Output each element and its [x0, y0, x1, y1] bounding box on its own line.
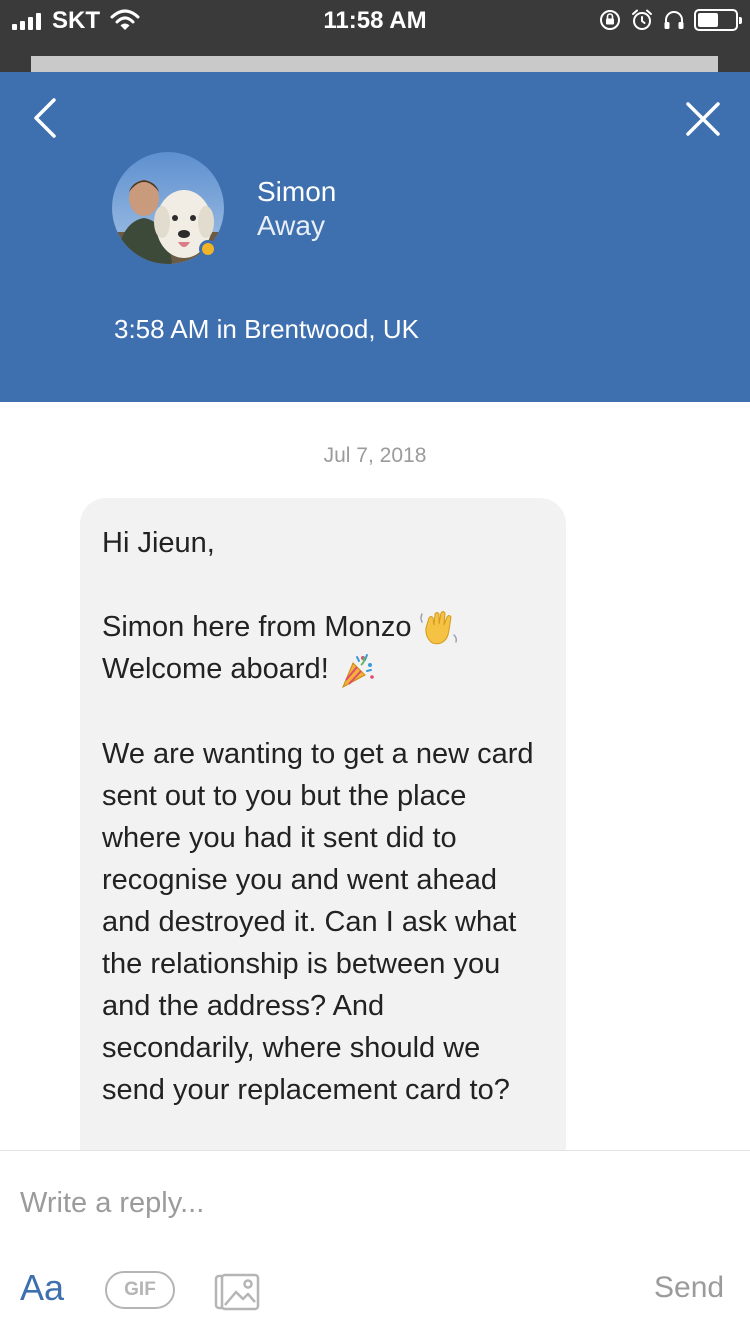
gif-button[interactable]: GIF — [105, 1271, 175, 1309]
contact-local-time: 3:58 AM in Brentwood, UK — [114, 314, 419, 344]
reply-composer: Aa GIF Send — [0, 1150, 750, 1334]
conversation-area[interactable]: Jul 7, 2018 Hi Jieun, Simon here from Mo… — [0, 402, 750, 1150]
waving-hand-icon — [420, 611, 458, 645]
message-intro: Simon here from Monzo — [102, 611, 412, 643]
background-sheet-edge — [31, 56, 718, 72]
rotation-lock-icon — [600, 10, 620, 30]
text-format-button[interactable]: Aa — [20, 1267, 64, 1309]
contact-presence-status: Away — [257, 210, 325, 241]
date-separator: Jul 7, 2018 — [323, 444, 427, 467]
alarm-icon — [632, 9, 652, 30]
conversation-header: Simon Away 3:58 AM in Brentwood, UK — [0, 72, 750, 402]
battery-icon — [694, 9, 742, 31]
message-body: We are wanting to get a new card sent ou… — [102, 737, 534, 1106]
close-button[interactable] — [680, 96, 726, 142]
message-greeting: Hi Jieun, — [102, 527, 215, 559]
image-attach-icon[interactable] — [212, 1265, 262, 1315]
headphones-icon — [664, 11, 684, 29]
reply-input[interactable] — [20, 1181, 720, 1225]
send-button[interactable]: Send — [654, 1271, 724, 1305]
party-popper-icon — [341, 653, 374, 688]
message-bubble[interactable]: Hi Jieun, Simon here from Monzo Welcome … — [80, 498, 566, 1150]
message-welcome: Welcome aboard! — [102, 653, 329, 686]
contact-name: Simon — [257, 176, 337, 207]
back-button[interactable] — [24, 96, 68, 140]
presence-indicator — [199, 240, 217, 258]
